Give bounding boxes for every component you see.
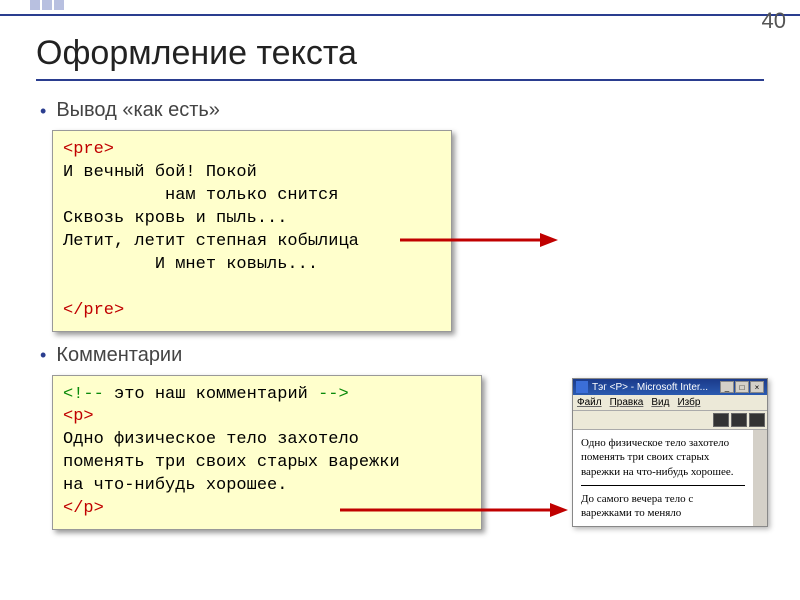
rendered-para-2: До самого вечера тело с варежками то мен… <box>581 492 745 521</box>
maximize-button[interactable]: □ <box>735 381 749 393</box>
comment-body: это наш комментарий <box>104 385 318 404</box>
decorative-dots <box>30 0 64 10</box>
bullet-1-text: Вывод «как есть» <box>56 99 220 122</box>
comment-close: --> <box>318 385 349 404</box>
slide-header-bar <box>0 0 800 16</box>
browser-preview: Тэг <P> - Microsoft Inter... _ □ × Файл … <box>572 378 768 527</box>
tag-p-open: <p> <box>63 407 94 426</box>
page-number: 40 <box>762 8 786 34</box>
tag-p-close: </p> <box>63 499 104 518</box>
browser-toolbar <box>573 411 767 430</box>
scrollbar[interactable] <box>753 430 767 526</box>
tag-pre-close: </pre> <box>63 301 124 320</box>
toolbar-button[interactable] <box>713 413 729 427</box>
code-pre-body: И вечный бой! Покой нам только снится Ск… <box>63 163 359 274</box>
ie-icon <box>576 381 588 393</box>
content-divider <box>581 485 745 486</box>
arrow-2 <box>340 500 570 520</box>
rendered-para-1: Одно физическое тело захотело поменять т… <box>581 436 745 479</box>
browser-title: Тэг <P> - Microsoft Inter... <box>592 382 720 393</box>
browser-content: Одно физическое тело захотело поменять т… <box>573 430 753 526</box>
menu-view[interactable]: Вид <box>651 397 669 408</box>
close-button[interactable]: × <box>750 381 764 393</box>
bullet-icon: • <box>40 102 46 120</box>
browser-titlebar: Тэг <P> - Microsoft Inter... _ □ × <box>573 379 767 395</box>
slide-title: Оформление текста <box>36 34 764 81</box>
menu-file[interactable]: Файл <box>577 397 602 408</box>
bullet-2-text: Комментарии <box>56 344 182 367</box>
bullet-icon: • <box>40 346 46 364</box>
toolbar-button[interactable] <box>749 413 765 427</box>
bullet-1: • Вывод «как есть» <box>40 99 764 122</box>
code-box-pre: <pre> И вечный бой! Покой нам только сни… <box>52 130 452 332</box>
menu-edit[interactable]: Правка <box>610 397 644 408</box>
minimize-button[interactable]: _ <box>720 381 734 393</box>
bullet-2: • Комментарии <box>40 344 764 367</box>
arrow-1 <box>400 230 560 250</box>
code-p-body: Одно физическое тело захотело поменять т… <box>63 430 400 495</box>
tag-pre-open: <pre> <box>63 140 114 159</box>
toolbar-button[interactable] <box>731 413 747 427</box>
menu-favorites[interactable]: Избр <box>677 397 700 408</box>
comment-open: <!-- <box>63 385 104 404</box>
browser-menubar: Файл Правка Вид Избр <box>573 395 767 411</box>
